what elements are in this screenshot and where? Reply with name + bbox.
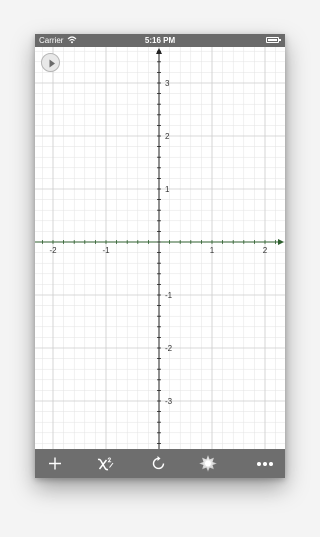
status-bar: Carrier 5:16 PM [35,34,285,47]
device-screen: Carrier 5:16 PM -2 -1 1 2 3 2 1 -1 -2 -3 [35,34,285,478]
x-tick-label: 2 [263,246,268,255]
more-icon [257,462,273,466]
battery-icon [266,37,281,43]
refresh-button[interactable] [139,449,179,478]
y-tick-label: 1 [165,185,170,194]
play-icon [49,59,55,68]
settings-button[interactable] [188,449,228,478]
x-tick-label: -2 [49,246,57,255]
y-tick-label: -1 [165,291,173,300]
function-icon [97,457,114,471]
add-icon [49,457,61,470]
status-time: 5:16 PM [144,36,176,45]
y-tick-label: 2 [165,132,170,141]
refresh-icon [152,456,165,470]
more-button[interactable] [245,449,285,478]
y-tick-label: -2 [165,344,173,353]
x-tick-label: -1 [102,246,110,255]
x-tick-label: 1 [210,246,215,255]
graph-canvas[interactable]: -2 -1 1 2 3 2 1 -1 -2 -3 [35,47,285,449]
y-tick-label: -3 [165,397,173,406]
x-axis-arrow [278,239,284,245]
settings-icon [199,455,217,472]
play-button[interactable] [41,53,60,72]
function-button[interactable] [85,449,125,478]
add-button[interactable] [35,449,75,478]
bottom-toolbar [35,449,285,478]
y-tick-label: 3 [165,79,170,88]
